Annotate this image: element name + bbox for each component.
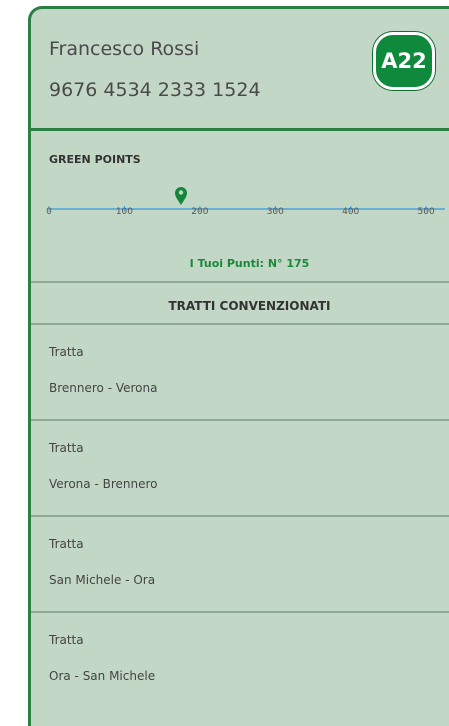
account-card: Francesco Rossi 9676 4534 2333 1524 A22 …	[28, 6, 449, 726]
route-label: Tratta	[49, 441, 84, 455]
route-item[interactable]: Tratta Ora - San Michele	[31, 613, 449, 709]
account-header: Francesco Rossi 9676 4534 2333 1524 A22	[31, 9, 449, 131]
divider	[31, 281, 449, 283]
route-item[interactable]: Tratta San Michele - Ora	[31, 517, 449, 613]
green-points-title: GREEN POINTS	[49, 153, 141, 166]
route-name: Brennero - Verona	[49, 381, 158, 395]
route-name: Verona - Brennero	[49, 477, 158, 491]
a22-logo: A22	[373, 32, 435, 90]
scale-tick-label: 300	[266, 207, 284, 217]
green-points-scale: 0 100 200 300 400 500	[46, 187, 445, 241]
route-name: Ora - San Michele	[49, 669, 156, 683]
your-points-text: I Tuoi Punti: N° 175	[189, 257, 310, 270]
route-label: Tratta	[49, 537, 84, 551]
current-points-marker-icon	[175, 187, 187, 205]
pin-shape	[175, 187, 187, 205]
route-name: San Michele - Ora	[49, 573, 156, 587]
route-item[interactable]: Tratta Brennero - Verona	[31, 325, 449, 421]
points-scale-graphic	[48, 187, 445, 212]
pin-hole	[178, 190, 184, 195]
route-label: Tratta	[49, 633, 84, 647]
route-label: Tratta	[49, 345, 84, 359]
scale-tick-label: 400	[342, 207, 360, 217]
section-title: TRATTI CONVENZIONATI	[168, 299, 331, 313]
user-name: Francesco Rossi	[49, 38, 200, 60]
scale-tick-label: 100	[115, 207, 134, 217]
a22-logo-text: A22	[381, 49, 427, 73]
card-number: 9676 4534 2333 1524	[49, 79, 261, 101]
scale-tick-label: 0	[46, 207, 52, 217]
route-item[interactable]: Tratta Verona - Brennero	[31, 421, 449, 517]
scale-tick-label: 200	[191, 207, 209, 217]
scale-tick-label: 500	[417, 207, 435, 217]
